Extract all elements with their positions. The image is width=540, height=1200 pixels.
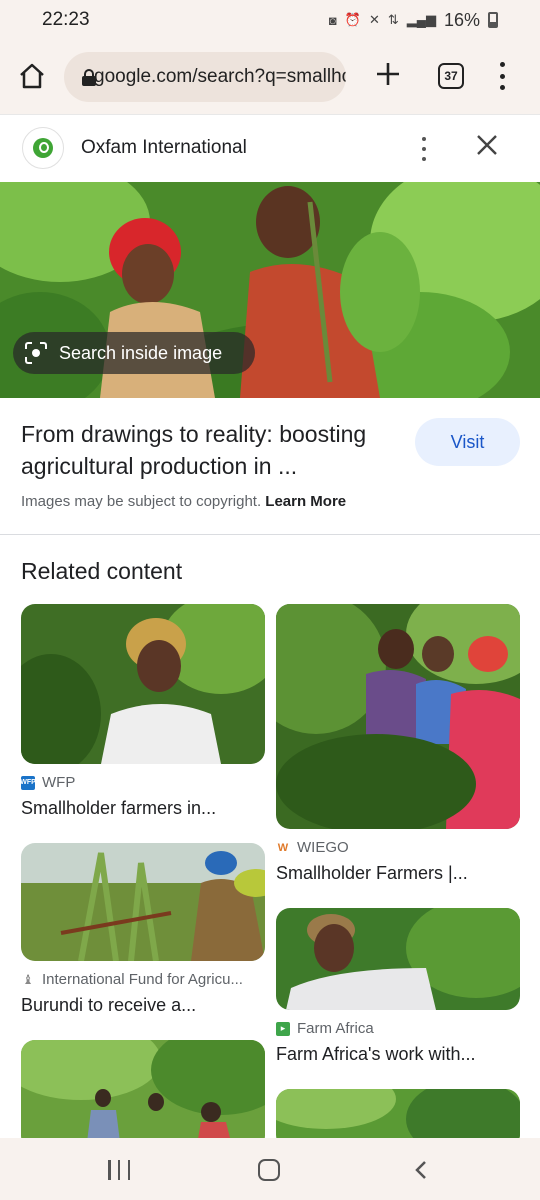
close-icon[interactable] [474, 132, 500, 158]
tab-switcher-button[interactable]: 37 [438, 63, 464, 89]
card-source-name: WFP [42, 774, 76, 791]
status-time: 22:23 [42, 9, 90, 30]
system-nav-bar [0, 1138, 540, 1200]
learn-more-link[interactable]: Learn More [265, 493, 346, 510]
card-title[interactable]: Smallholder Farmers |... [276, 863, 468, 884]
result-title[interactable]: From drawings to reality: boosting agric… [21, 418, 401, 482]
card-source: WFP WFP [20, 774, 76, 791]
address-bar[interactable]: google.com/search?q=smallholder [64, 52, 346, 102]
related-card-image[interactable] [21, 604, 265, 764]
card-source-name: International Fund for Agricu... [42, 971, 243, 988]
card-source: ▸ Farm Africa [276, 1020, 374, 1037]
card-source: W WIEGO [276, 839, 349, 856]
alarm-icon: ⏰ [344, 12, 361, 27]
card-title[interactable]: Smallholder farmers in... [21, 798, 216, 819]
ifad-icon: ♝ [22, 971, 34, 987]
home-nav-icon[interactable] [258, 1159, 280, 1181]
divider [0, 534, 540, 535]
related-card-image[interactable] [21, 843, 265, 961]
oxfam-logo-icon [22, 127, 64, 169]
farmer-smiling-photo [276, 908, 520, 1010]
battery-percent: 16% [443, 9, 480, 30]
more-options-icon[interactable] [418, 137, 430, 161]
related-content-heading: Related content [21, 558, 183, 584]
notification-icon: ◙ [328, 12, 337, 28]
status-bar: 22:23 ◙ ⏰ ✕ ⇅ ▂▄▆ 16% [0, 0, 540, 40]
related-card-image[interactable] [276, 604, 520, 829]
related-card-image[interactable] [21, 1040, 265, 1150]
home-icon[interactable] [18, 62, 46, 90]
source-header: Oxfam International [0, 114, 540, 182]
url-text: google.com/search?q=smallholder [94, 66, 346, 87]
farm-africa-icon: ▸ [276, 1021, 290, 1036]
copyright-text: Images may be subject to copyright. [21, 493, 262, 510]
search-inside-label: Search inside image [59, 342, 223, 363]
battery-icon [488, 12, 498, 28]
browser-toolbar: google.com/search?q=smallholder 37 [0, 40, 540, 114]
search-inside-image-button[interactable]: Search inside image [13, 332, 255, 374]
signal-icon: ▂▄▆ [406, 12, 436, 27]
card-title[interactable]: Burundi to receive a... [21, 995, 196, 1016]
wfp-icon: WFP [20, 775, 36, 790]
wiego-icon: W [277, 841, 289, 854]
related-card-image[interactable] [276, 908, 520, 1010]
maize-field-photo [21, 843, 265, 961]
banana-farm-photo [21, 1040, 265, 1150]
card-title[interactable]: Farm Africa's work with... [276, 1044, 475, 1065]
status-icons: ◙ ⏰ ✕ ⇅ ▂▄▆ 16% [329, 10, 498, 31]
back-icon[interactable] [412, 1160, 432, 1180]
source-name[interactable]: Oxfam International [81, 137, 247, 159]
mute-icon: ✕ [368, 12, 380, 27]
copyright-notice: Images may be subject to copyright. Lear… [21, 493, 346, 510]
visit-button[interactable]: Visit [415, 418, 520, 466]
recent-apps-icon[interactable] [108, 1160, 130, 1180]
data-icon: ⇅ [387, 12, 399, 27]
farmers-group-photo [276, 604, 520, 829]
card-source-name: WIEGO [297, 839, 349, 856]
farmer-photo [21, 604, 265, 764]
browser-menu-icon[interactable] [496, 62, 508, 90]
card-source: ♝ International Fund for Agricu... [21, 971, 243, 988]
new-tab-icon[interactable] [374, 60, 402, 88]
lens-icon [25, 342, 47, 364]
card-source-name: Farm Africa [297, 1020, 374, 1037]
